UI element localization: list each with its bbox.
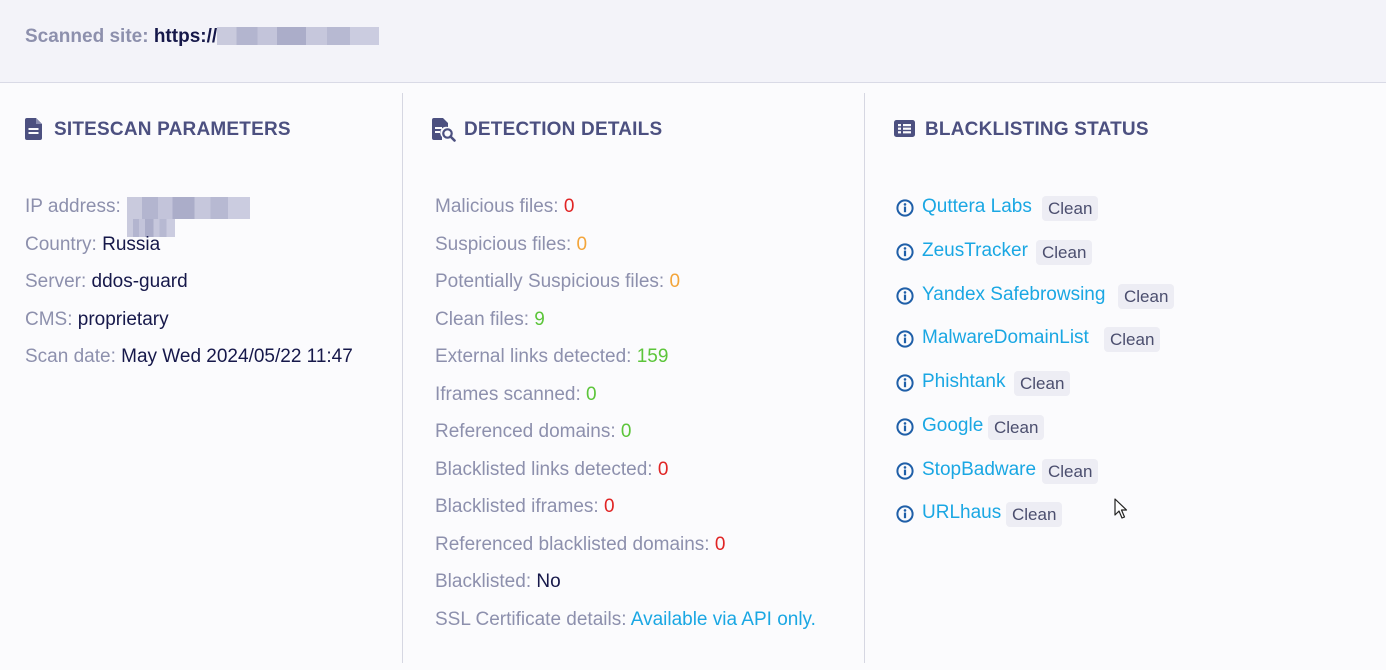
detection-value: 0 <box>576 234 588 255</box>
scanned-site-bar: Scanned site: https:// <box>0 0 1386 83</box>
ip-address-label: IP address: <box>25 196 121 217</box>
scanned-site-label: Scanned site: <box>25 26 149 47</box>
detection-label: Iframes scanned: <box>435 384 581 405</box>
status-badge: Clean <box>1104 327 1161 352</box>
info-icon[interactable] <box>896 243 914 266</box>
status-badge: Clean <box>1042 459 1099 484</box>
scan-date-value: May Wed 2024/05/22 11:47 <box>121 346 353 367</box>
detection-row: External links detected: 159 <box>435 345 668 369</box>
detection-row: Clean files: 9 <box>435 308 545 332</box>
ssl-details-link[interactable]: Available via API only. <box>631 609 816 630</box>
detection-value: 0 <box>714 534 726 555</box>
detection-label: Blacklisted: <box>435 571 532 592</box>
blacklist-service-link[interactable]: MalwareDomainList <box>922 326 1089 350</box>
detection-label: Referenced domains: <box>435 421 616 442</box>
info-icon[interactable] <box>896 330 914 353</box>
scanned-site-url[interactable]: https:// <box>154 26 217 47</box>
scan-date-row: Scan date: May Wed 2024/05/22 11:47 <box>25 345 353 369</box>
blacklist-service-link[interactable]: Yandex Safebrowsing <box>922 283 1105 307</box>
detection-value: 9 <box>534 309 545 330</box>
detection-value: 159 <box>636 346 669 367</box>
detection-row: Malicious files: 0 <box>435 195 574 219</box>
blacklisting-heading: BLACKLISTING STATUS <box>925 119 1149 140</box>
detection-label: Referenced blacklisted domains: <box>435 534 710 555</box>
info-icon[interactable] <box>896 374 914 397</box>
detection-label: Clean files: <box>435 309 529 330</box>
cms-label: CMS: <box>25 309 73 330</box>
detection-row: Blacklisted iframes: 0 <box>435 495 615 519</box>
blacklist-service-link[interactable]: URLhaus <box>922 501 1001 525</box>
column-divider <box>402 93 403 663</box>
server-row: Server: ddos-guard <box>25 270 188 294</box>
country-label: Country: <box>25 234 97 255</box>
server-label: Server: <box>25 271 87 292</box>
info-icon[interactable] <box>896 505 914 528</box>
detection-label: Malicious files: <box>435 196 559 217</box>
detection-row: SSL Certificate details: Available via A… <box>435 608 816 632</box>
detection-value: 0 <box>586 384 597 405</box>
status-badge: Clean <box>1042 196 1099 221</box>
list-card-icon <box>894 120 915 137</box>
info-icon[interactable] <box>896 418 914 441</box>
info-icon[interactable] <box>896 462 914 485</box>
sitescan-heading: SITESCAN PARAMETERS <box>54 119 291 140</box>
blacklist-service-link[interactable]: Google <box>922 414 983 438</box>
blacklist-service-link[interactable]: StopBadware <box>922 458 1036 482</box>
detection-value: 0 <box>563 196 575 217</box>
detection-row: Suspicious files: 0 <box>435 233 587 257</box>
detection-value: 0 <box>669 271 681 292</box>
detection-row: Blacklisted links detected: 0 <box>435 458 668 482</box>
detection-label: External links detected: <box>435 346 632 367</box>
detection-row: Potentially Suspicious files: 0 <box>435 270 680 294</box>
detection-heading: DETECTION DETAILS <box>464 119 663 140</box>
scanned-site: Scanned site: https:// <box>25 26 380 48</box>
document-icon <box>25 118 42 140</box>
detection-label: Suspicious files: <box>435 234 572 255</box>
redacted-url <box>217 27 380 45</box>
cms-value: proprietary <box>77 309 169 330</box>
info-icon[interactable] <box>896 287 914 310</box>
status-badge: Clean <box>1118 284 1175 309</box>
detection-label: Potentially Suspicious files: <box>435 271 665 292</box>
file-search-icon <box>432 118 456 142</box>
detection-row: Referenced domains: 0 <box>435 420 631 444</box>
detection-label: SSL Certificate details: <box>435 609 627 630</box>
status-badge: Clean <box>1006 502 1063 527</box>
country-row: Country: Russia <box>25 233 160 257</box>
status-badge: Clean <box>988 415 1045 440</box>
detection-row: Referenced blacklisted domains: 0 <box>435 533 725 557</box>
detection-row: Iframes scanned: 0 <box>435 383 597 407</box>
status-badge: Clean <box>1036 240 1093 265</box>
redacted-ip <box>127 197 250 219</box>
column-divider <box>864 93 865 663</box>
ip-address-row: IP address: <box>25 195 121 219</box>
mouse-cursor-icon <box>1114 498 1128 525</box>
country-value: Russia <box>102 234 161 255</box>
detection-value: 0 <box>603 496 615 517</box>
info-icon[interactable] <box>896 199 914 222</box>
status-badge: Clean <box>1014 371 1071 396</box>
scan-date-label: Scan date: <box>25 346 116 367</box>
blacklist-service-link[interactable]: ZeusTracker <box>922 239 1028 263</box>
detection-value: 0 <box>657 459 669 480</box>
blacklist-service-link[interactable]: Phishtank <box>922 370 1005 394</box>
detection-value: 0 <box>620 421 632 442</box>
detection-label: Blacklisted iframes: <box>435 496 599 517</box>
detection-row: Blacklisted: No <box>435 570 561 594</box>
cms-row: CMS: proprietary <box>25 308 169 332</box>
detection-label: Blacklisted links detected: <box>435 459 653 480</box>
blacklist-service-link[interactable]: Quttera Labs <box>922 195 1032 219</box>
detection-value: No <box>536 571 561 592</box>
server-value: ddos-guard <box>91 271 188 292</box>
